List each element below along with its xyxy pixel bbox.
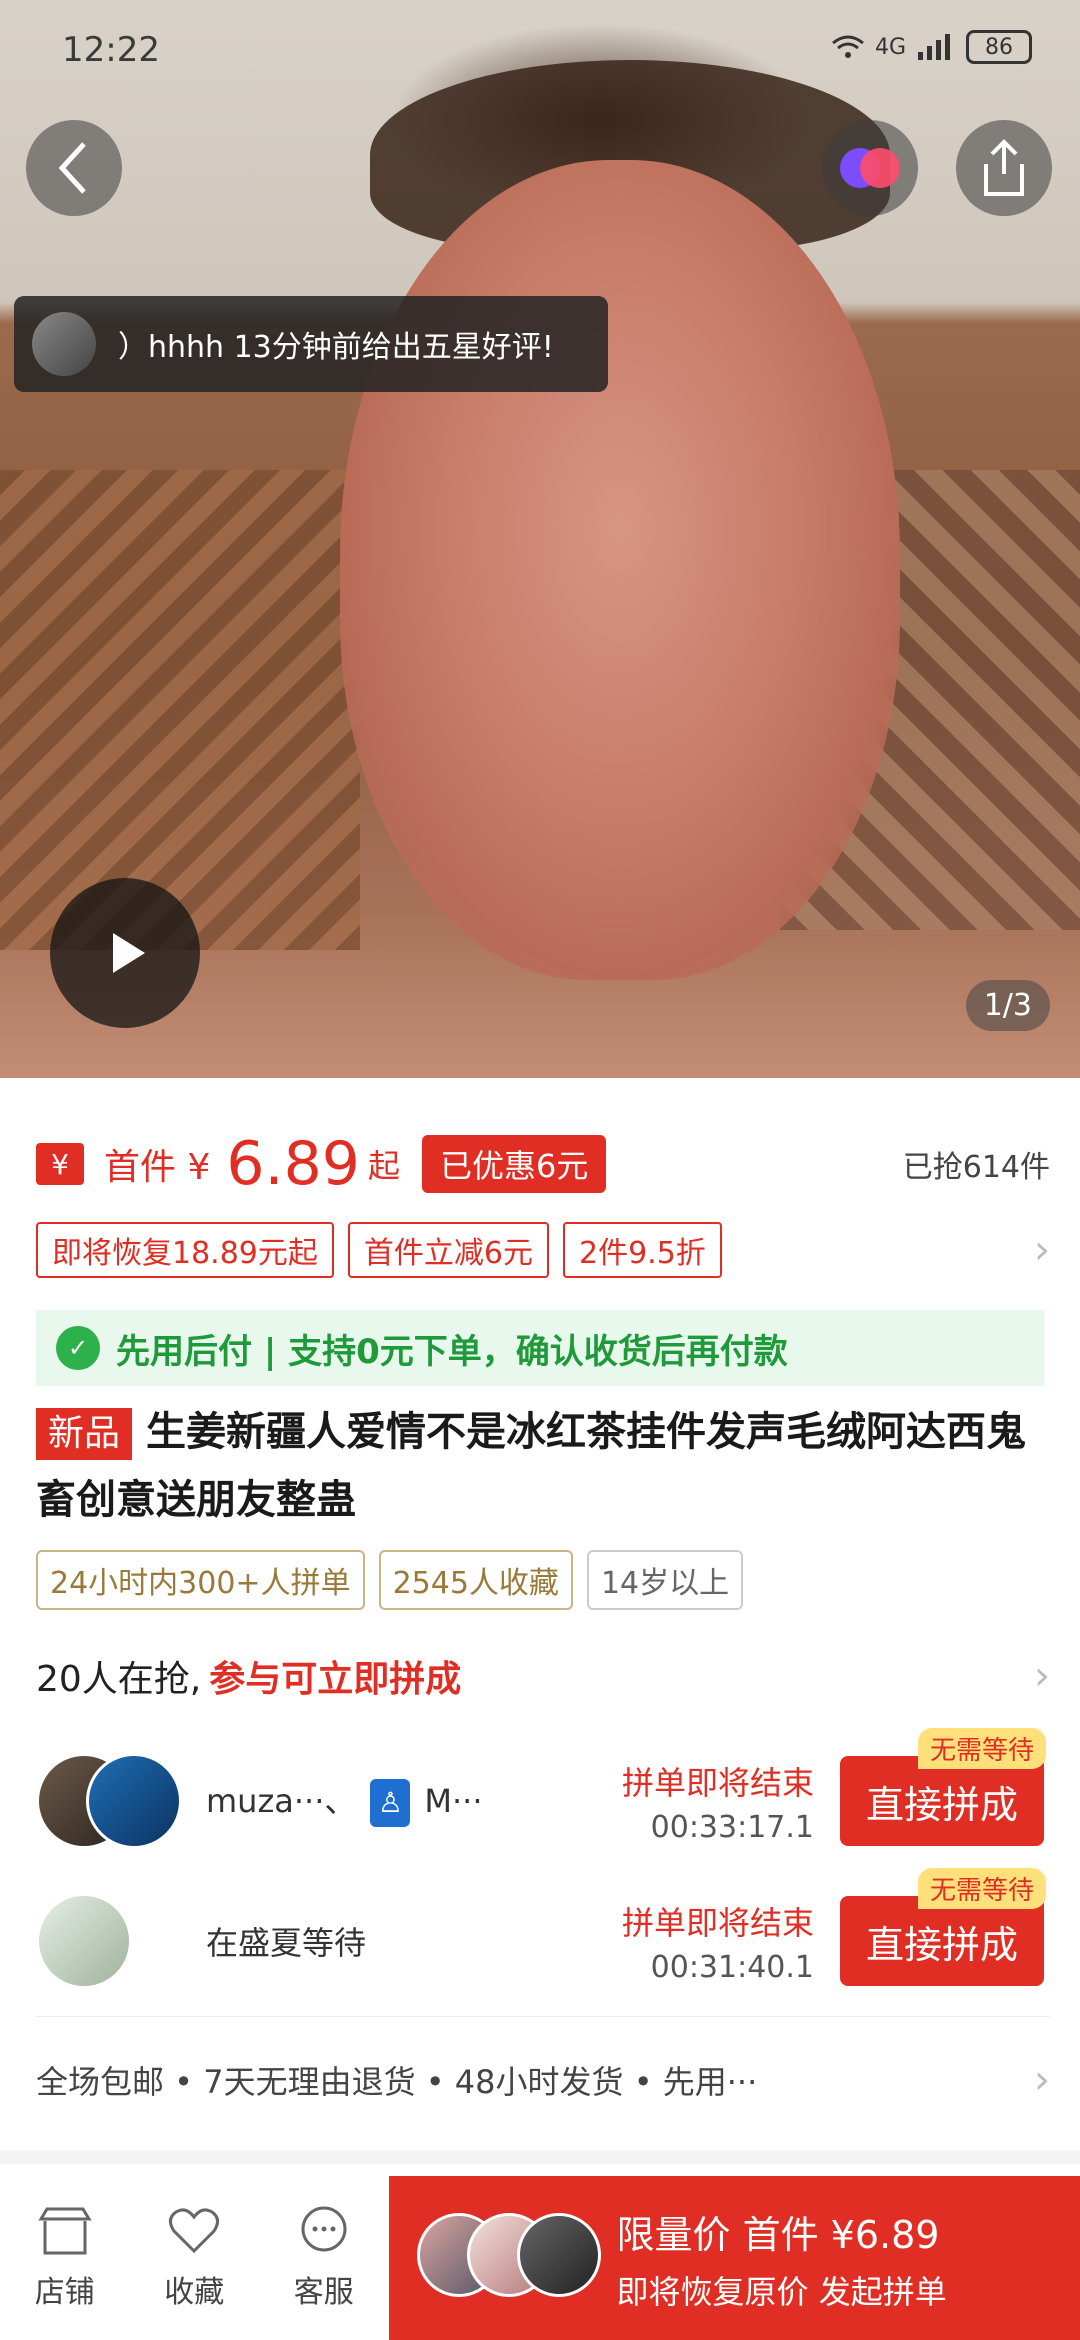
video-play-button[interactable]: [50, 878, 200, 1028]
heart-icon: [169, 2208, 220, 2254]
pay-later-icon: ✓: [56, 1326, 100, 1370]
product-tag: 14岁以上: [586, 1550, 744, 1610]
yen-icon: ¥: [36, 1143, 84, 1185]
product-tag: 2545人收藏: [378, 1550, 573, 1610]
background-sofa: [0, 470, 360, 950]
chevron-right-icon: ›: [1034, 1227, 1050, 1273]
float-window-button[interactable]: [822, 120, 918, 216]
price-row: ¥ 首件 ¥ 6.89 起 已优惠6元 已抢614件: [36, 1128, 1050, 1200]
share-icon: [984, 139, 1024, 196]
avatar: [86, 1753, 182, 1849]
join-group-label: 直接拼成: [865, 1922, 1018, 1967]
share-button[interactable]: [956, 120, 1052, 216]
status-time: 12:22: [62, 30, 160, 70]
group-members: 在盛夏等待: [206, 1918, 366, 1964]
coupon-tag: 即将恢复18.89元起: [36, 1222, 334, 1278]
chevron-right-icon: ›: [1034, 1653, 1050, 1699]
avatar: [516, 2213, 601, 2297]
product-title: 新品 生姜新疆人爱情不是冰红茶挂件发声毛绒阿达西鬼畜创意送朋友整蛊: [36, 1398, 1046, 1534]
price-amount: 6.89: [226, 1129, 360, 1199]
overlap-circles-icon: [840, 148, 900, 188]
reviewer-avatar: [32, 312, 96, 376]
group-timer: 00:33:17.1: [650, 1809, 814, 1845]
shop-button[interactable]: 店铺: [0, 2176, 130, 2340]
review-toast-text: ）hhhh 13分钟前给出五星好评!: [118, 330, 554, 365]
member-name: 在盛夏等待: [206, 1924, 367, 1962]
group-countdown: 拼单即将结束 00:31:40.1: [622, 1898, 814, 1985]
discount-badge: 已优惠6元: [421, 1135, 607, 1193]
image-page-indicator: 1/3: [965, 980, 1050, 1031]
group-members: muza···、 ♙ M···: [206, 1776, 483, 1827]
shop-icon: [38, 2207, 92, 2255]
coupon-row[interactable]: 即将恢复18.89元起 首件立减6元 2件9.5折 ›: [36, 1222, 1050, 1278]
section-divider: [0, 2150, 1080, 2164]
price-suffix: 起: [367, 1147, 400, 1185]
grab-count: 20人在抢,: [36, 1659, 202, 1700]
cta-subtext: 即将恢复原价 发起拼单: [616, 2272, 947, 2311]
person-icon: ♙: [370, 1778, 411, 1827]
no-wait-badge: 无需等待: [917, 1728, 1046, 1769]
favorite-button[interactable]: 收藏: [130, 2176, 260, 2340]
group-avatars: [36, 1893, 186, 1989]
member-name: M···: [424, 1781, 483, 1820]
status-icons: 4G 86: [831, 30, 1032, 64]
group-ending-label: 拼单即将结束: [621, 1903, 814, 1942]
service-guarantees-text: 全场包邮 • 7天无理由退货 • 48小时发货 • 先用···: [36, 2062, 758, 2101]
pay-later-banner[interactable]: ✓ 先用后付 | 支持0元下单，确认收货后再付款: [36, 1310, 1044, 1386]
group-buy-header[interactable]: 20人在抢, 参与可立即拼成 ›: [36, 1646, 1050, 1706]
product-tag: 24小时内300+人拼单: [36, 1550, 365, 1610]
join-group-button[interactable]: 无需等待 直接拼成: [840, 1868, 1046, 1986]
shop-label: 店铺: [34, 2275, 95, 2310]
buyer-avatars: [416, 2213, 601, 2303]
group-countdown: 拼单即将结束 00:33:17.1: [622, 1758, 814, 1845]
new-badge: 新品: [36, 1408, 133, 1460]
customer-service-button[interactable]: 客服: [259, 2176, 389, 2340]
play-icon: [113, 933, 145, 973]
chevron-left-icon: [58, 142, 86, 194]
battery-icon: 86: [966, 30, 1032, 64]
chevron-right-icon: ›: [1034, 2056, 1050, 2103]
coupon-tag: 首件立减6元: [347, 1222, 549, 1278]
chat-bubble-icon: [301, 2206, 347, 2252]
favorite-label: 收藏: [164, 2275, 225, 2310]
customer-service-label: 客服: [293, 2275, 354, 2310]
join-group-button[interactable]: 无需等待 直接拼成: [840, 1728, 1046, 1846]
wifi-icon: [832, 35, 864, 58]
group-timer: 00:31:40.1: [650, 1949, 814, 1985]
avatar: [36, 1893, 132, 1989]
back-button[interactable]: [26, 120, 122, 216]
product-tags: 24小时内300+人拼单 2545人收藏 14岁以上: [36, 1550, 744, 1610]
bottom-action-bar: 店铺 收藏 客服 限量价 首件 ¥6.89 即将恢复原价 发起拼单: [0, 2176, 1080, 2340]
pay-later-text: 先用后付 | 支持0元下单，确认收货后再付款: [116, 1331, 788, 1372]
grab-highlight: 参与可立即拼成: [209, 1659, 462, 1700]
group-buy-item: muza···、 ♙ M··· 拼单即将结束 00:33:17.1 无需等待 直接拼…: [36, 1728, 1046, 1856]
product-title-text: 生姜新疆人爱情不是冰红茶挂件发声毛绒阿达西鬼畜创意送朋友整蛊: [36, 1409, 1027, 1523]
join-group-label: 直接拼成: [865, 1782, 1018, 1827]
group-avatars: [36, 1753, 186, 1849]
product-image-carousel[interactable]: 12:22 4G 86 ）hhhh 13分钟前给出五星好评! 1/3: [0, 0, 1080, 1078]
member-name: muza···、: [206, 1781, 357, 1820]
photo-subject-face: [340, 160, 900, 980]
group-ending-label: 拼单即将结束: [621, 1763, 814, 1802]
signal-icon: [918, 34, 950, 60]
price-prefix: 首件 ¥: [104, 1147, 211, 1188]
no-wait-badge: 无需等待: [917, 1868, 1046, 1909]
review-toast: ）hhhh 13分钟前给出五星好评!: [14, 296, 608, 392]
network-label: 4G: [874, 34, 906, 60]
cta-price-text: 限量价 首件 ¥6.89: [616, 2212, 940, 2257]
sold-count: 已抢614件: [902, 1150, 1050, 1185]
service-guarantees[interactable]: 全场包邮 • 7天无理由退货 • 48小时发货 • 先用··· ›: [36, 2016, 1050, 2142]
start-group-buy-button[interactable]: 限量价 首件 ¥6.89 即将恢复原价 发起拼单: [388, 2176, 1080, 2340]
coupon-tag: 2件9.5折: [562, 1222, 722, 1278]
group-buy-item: 在盛夏等待 拼单即将结束 00:31:40.1 无需等待 直接拼成: [36, 1868, 1046, 1996]
